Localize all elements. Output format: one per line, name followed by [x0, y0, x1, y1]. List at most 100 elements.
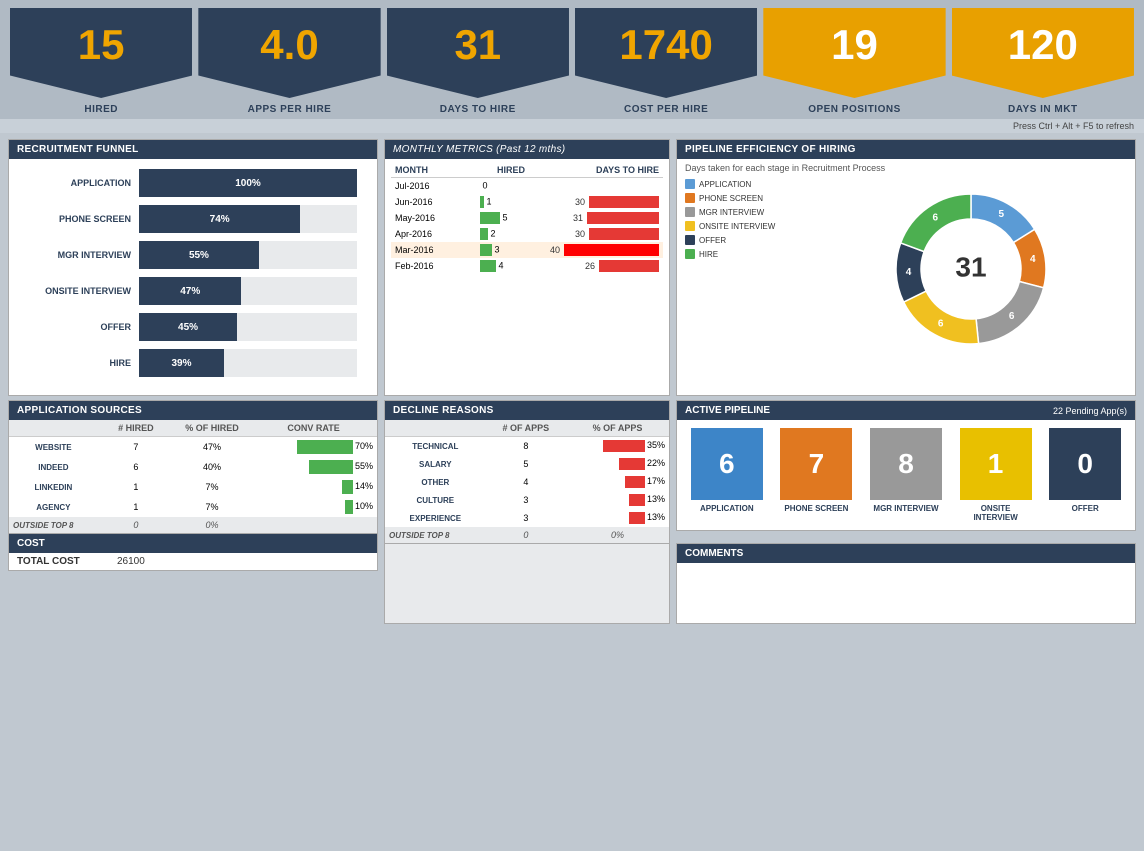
- source-name: WEBSITE: [9, 437, 98, 458]
- monthly-month: May-2016: [391, 210, 476, 226]
- decline-apps: 4: [486, 473, 566, 491]
- monthly-days-bar: 26: [546, 258, 663, 274]
- kpi-number-days-in-mkt: 120: [1008, 24, 1078, 66]
- monthly-row: Jul-2016 0: [391, 178, 663, 195]
- sources-col: # HIRED: [98, 420, 174, 437]
- monthly-row: Mar-2016 340: [391, 242, 663, 258]
- source-hired: 1: [98, 497, 174, 517]
- kpi-label-days-in-mkt: DAYS IN MKT: [1008, 104, 1078, 119]
- monthly-row: Jun-2016 130: [391, 194, 663, 210]
- stage-count: 1: [960, 428, 1032, 500]
- decline-reason: OTHER: [385, 473, 486, 491]
- funnel-bar-wrap: 39%: [139, 349, 357, 377]
- outside-pct: 0%: [174, 517, 250, 533]
- monthly-hired-bar: 4: [476, 258, 546, 274]
- monthly-row: May-2016 531: [391, 210, 663, 226]
- sources-row: INDEED640%55%: [9, 457, 377, 477]
- pipeline-efficiency-subtitle: Days taken for each stage in Recruitment…: [677, 159, 1135, 173]
- decline-panel: DECLINE REASONS # OF APPS% OF APPSTECHNI…: [384, 400, 670, 544]
- decline-outside-pct: 0%: [566, 527, 669, 543]
- decline-outside-label: OUTSIDE TOP 8: [385, 527, 486, 543]
- kpi-label-days-to-hire: DAYS TO HIRE: [440, 104, 516, 119]
- kpi-label-hired: HIRED: [84, 104, 118, 119]
- monthly-hired-bar: 0: [476, 178, 546, 195]
- source-pct: 47%: [174, 437, 250, 458]
- legend-label: HIRE: [699, 250, 718, 259]
- sources-header: APPLICATION SOURCES: [9, 401, 377, 420]
- decline-row: OTHER417%: [385, 473, 669, 491]
- monthly-panel: MONTHLY METRICS (Past 12 mths) MONTHHIRE…: [384, 139, 670, 396]
- active-pipeline-pending: 22 Pending App(s): [1053, 406, 1127, 416]
- svg-text:6: 6: [938, 318, 944, 329]
- decline-reason: CULTURE: [385, 491, 486, 509]
- funnel-bar: 45%: [139, 313, 237, 341]
- decline-reason: TECHNICAL: [385, 437, 486, 456]
- source-conv: 10%: [250, 497, 377, 517]
- sources-row: AGENCY17%10%: [9, 497, 377, 517]
- pipeline-stage-offer: 0 OFFER: [1043, 428, 1127, 522]
- funnel-bar-wrap: 74%: [139, 205, 357, 233]
- funnel-bar: 100%: [139, 169, 357, 197]
- funnel-bar-wrap: 100%: [139, 169, 357, 197]
- svg-text:5: 5: [999, 209, 1005, 220]
- stage-name: APPLICATION: [700, 504, 754, 513]
- kpi-number-hired: 15: [78, 24, 125, 66]
- legend-dot: [685, 193, 695, 203]
- kpi-badge-open-positions: 19: [763, 8, 945, 98]
- donut-wrap: 546646 31: [815, 179, 1127, 359]
- funnel-label: MGR INTERVIEW: [29, 250, 139, 260]
- svg-text:6: 6: [1009, 311, 1015, 322]
- kpi-bar: 15 HIRED 4.0 APPS PER HIRE 31 DAYS TO HI…: [0, 0, 1144, 119]
- monthly-col-days: DAYS TO HIRE: [546, 163, 663, 178]
- kpi-badge-cost-per-hire: 1740: [575, 8, 757, 98]
- active-pipeline-header: ACTIVE PIPELINE 22 Pending App(s): [677, 401, 1135, 420]
- decline-col: [385, 420, 486, 437]
- pipeline-stage-onsite-interview: 1 ONSITE INTERVIEW: [954, 428, 1038, 522]
- stage-name: MGR INTERVIEW: [873, 504, 938, 513]
- svg-text:6: 6: [933, 212, 939, 223]
- svg-text:4: 4: [906, 267, 912, 278]
- source-pct: 7%: [174, 477, 250, 497]
- decline-outside-row: OUTSIDE TOP 8 0 0%: [385, 527, 669, 543]
- funnel-bar: 47%: [139, 277, 241, 305]
- kpi-label-open-positions: OPEN POSITIONS: [808, 104, 901, 119]
- comments-header: COMMENTS: [677, 544, 1135, 563]
- monthly-hired-bar: 3: [476, 242, 546, 258]
- kpi-item-hired: 15 HIRED: [10, 8, 192, 119]
- kpi-badge-days-to-hire: 31: [387, 8, 569, 98]
- legend-item: ONSITE INTERVIEW: [685, 221, 805, 231]
- funnel-row: OFFER 45%: [29, 313, 357, 341]
- decline-apps: 8: [486, 437, 566, 456]
- decline-row: SALARY522%: [385, 455, 669, 473]
- source-conv: 55%: [250, 457, 377, 477]
- outside-conv: [250, 517, 377, 533]
- source-pct: 7%: [174, 497, 250, 517]
- refresh-hint: Press Ctrl + Alt + F5 to refresh: [0, 119, 1144, 133]
- legend-dot: [685, 249, 695, 259]
- stage-name: ONSITE INTERVIEW: [973, 504, 1017, 522]
- total-cost-label: TOTAL COST: [17, 556, 117, 567]
- legend-label: OFFER: [699, 236, 726, 245]
- funnel-bar: 55%: [139, 241, 259, 269]
- kpi-number-cost-per-hire: 1740: [619, 24, 712, 66]
- donut-chart: 546646 31: [881, 179, 1061, 359]
- kpi-item-open-positions: 19 OPEN POSITIONS: [763, 8, 945, 119]
- sources-col: CONV RATE: [250, 420, 377, 437]
- source-name: AGENCY: [9, 497, 98, 517]
- legend-dot: [685, 235, 695, 245]
- legend-item: APPLICATION: [685, 179, 805, 189]
- monthly-row: Feb-2016 426: [391, 258, 663, 274]
- decline-apps: 3: [486, 509, 566, 527]
- sources-row: LINKEDIN17%14%: [9, 477, 377, 497]
- legend-label: ONSITE INTERVIEW: [699, 222, 775, 231]
- monthly-days-bar: 30: [546, 226, 663, 242]
- decline-pct: 13%: [566, 509, 669, 527]
- svg-text:31: 31: [955, 251, 986, 282]
- legend-label: MGR INTERVIEW: [699, 208, 764, 217]
- sources-row: WEBSITE747%70%: [9, 437, 377, 458]
- pipeline-stage-application: 6 APPLICATION: [685, 428, 769, 522]
- funnel-bar-wrap: 45%: [139, 313, 357, 341]
- monthly-hired-bar: 1: [476, 194, 546, 210]
- legend-label: APPLICATION: [699, 180, 751, 189]
- decline-apps: 3: [486, 491, 566, 509]
